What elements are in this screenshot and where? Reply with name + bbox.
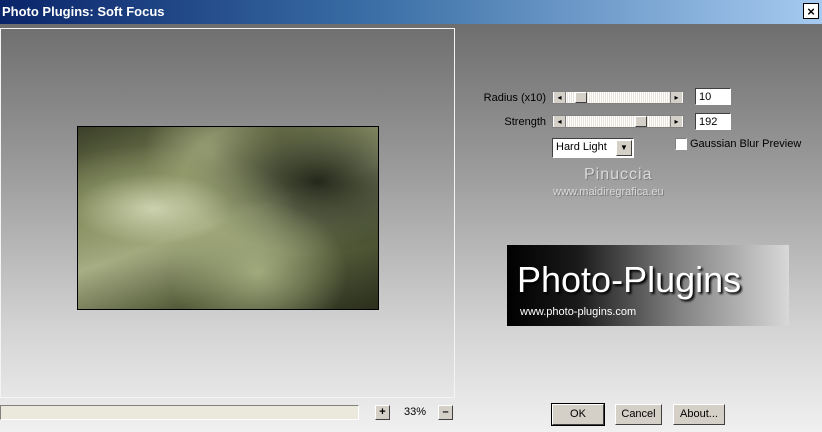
watermark-name: Pinuccia bbox=[584, 166, 653, 183]
radius-slider[interactable]: ◂ ▸ bbox=[552, 91, 684, 104]
logo-url: www.photo-plugins.com bbox=[520, 306, 637, 318]
blend-mode-value: Hard Light bbox=[556, 141, 607, 153]
radius-slider-thumb[interactable] bbox=[575, 92, 587, 103]
close-button[interactable]: × bbox=[803, 3, 819, 19]
strength-input[interactable] bbox=[695, 113, 731, 130]
zoom-out-button[interactable]: – bbox=[438, 405, 453, 420]
radius-slider-right-arrow[interactable]: ▸ bbox=[670, 92, 683, 103]
title-bar: Photo Plugins: Soft Focus × bbox=[0, 0, 822, 24]
minus-icon: – bbox=[442, 406, 449, 418]
radius-input[interactable] bbox=[695, 88, 731, 105]
logo-title: Photo-Plugins bbox=[517, 259, 742, 300]
radius-label: Radius (x10) bbox=[483, 92, 546, 104]
window-title: Photo Plugins: Soft Focus bbox=[2, 4, 165, 19]
close-icon: × bbox=[807, 3, 815, 19]
strength-label: Strength bbox=[504, 116, 546, 128]
progress-bar bbox=[0, 405, 359, 420]
zoom-level: 33% bbox=[404, 406, 427, 418]
preview-image[interactable] bbox=[77, 126, 379, 310]
chevron-down-icon[interactable]: ▼ bbox=[616, 140, 632, 156]
ok-button[interactable]: OK bbox=[551, 403, 605, 426]
zoom-in-button[interactable]: + bbox=[375, 405, 390, 420]
dialog-body: Radius (x10) ◂ ▸ Strength ◂ ▸ Hard Light… bbox=[0, 24, 822, 432]
radius-slider-left-arrow[interactable]: ◂ bbox=[553, 92, 566, 103]
cancel-button[interactable]: Cancel bbox=[615, 404, 662, 425]
plus-icon: + bbox=[379, 406, 386, 418]
blend-mode-select[interactable]: Hard Light ▼ bbox=[552, 138, 634, 158]
gaussian-blur-label[interactable]: Gaussian Blur Preview bbox=[690, 138, 801, 150]
about-button[interactable]: About... bbox=[673, 404, 725, 425]
watermark-url: www.maidiregrafica.eu bbox=[553, 186, 664, 198]
preview-panel bbox=[0, 28, 455, 398]
strength-slider-right-arrow[interactable]: ▸ bbox=[670, 116, 683, 127]
strength-slider[interactable]: ◂ ▸ bbox=[552, 115, 684, 128]
gaussian-blur-checkbox[interactable] bbox=[675, 138, 687, 150]
photo-plugins-logo: Photo-Plugins www.photo-plugins.com bbox=[507, 245, 789, 326]
strength-slider-left-arrow[interactable]: ◂ bbox=[553, 116, 566, 127]
strength-slider-thumb[interactable] bbox=[635, 116, 647, 127]
